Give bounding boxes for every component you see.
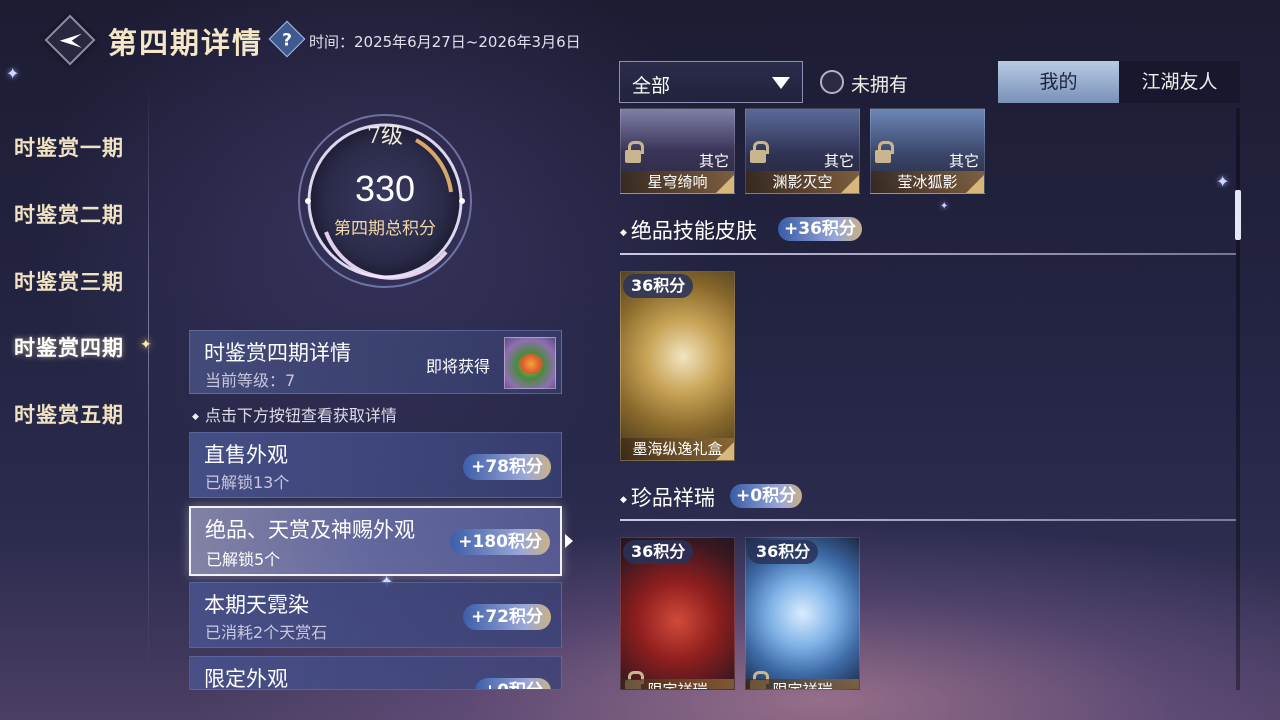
period-detail-card[interactable]: 时鉴赏四期详情 当前等级：7 即将获得 [189, 330, 562, 394]
points-badge: +72积分 [463, 604, 551, 630]
category-direct-sale[interactable]: 直售外观 已解锁13个 +78积分 [189, 432, 562, 498]
points-badge: +180积分 [450, 529, 550, 555]
section-points: +36积分 [778, 217, 862, 241]
score-label: 第四期总积分 [334, 219, 436, 239]
sparkle-icon: ✦ [940, 201, 949, 212]
item-tag: 其它 [948, 152, 979, 170]
page-title: 第四期详情 [108, 26, 264, 60]
nav-item-period-5[interactable]: 时鉴赏五期 [14, 399, 124, 429]
item-card[interactable]: 36积分 限定祥瑞 [620, 537, 735, 690]
reward-thumbnail[interactable] [504, 337, 556, 389]
item-name: 限定祥瑞 [621, 679, 734, 689]
back-arrow-icon [59, 33, 82, 48]
section-title: 绝品技能皮肤 [620, 215, 757, 245]
score-ring: 7级 330 第四期总积分 [296, 112, 474, 290]
item-card[interactable]: 其它 渊影灭空 [745, 108, 860, 194]
corner-decoration [841, 175, 859, 193]
corner-decoration [716, 442, 734, 460]
current-level: 当前等级：7 [205, 371, 296, 390]
category-title: 本期天霓染 [204, 593, 309, 617]
item-name: 限定祥瑞 [746, 679, 859, 689]
item-tag: 其它 [823, 152, 854, 170]
section-title: 珍品祥瑞 [620, 482, 715, 512]
category-subtitle: 已解锁13个 [205, 473, 290, 492]
sparkle-icon: ✦ [6, 64, 20, 83]
category-title: 限定外观 [204, 667, 288, 690]
help-icon[interactable]: ? [268, 20, 306, 58]
item-card[interactable]: 36积分 墨海纵逸礼盒 [620, 271, 735, 461]
category-premium[interactable]: 绝品、天赏及神赐外观 已解锁5个 +180积分 [189, 506, 562, 576]
lock-icon [625, 141, 644, 163]
chevron-down-icon [772, 77, 790, 89]
coming-soon-label: 即将获得 [426, 357, 491, 376]
corner-decoration [716, 175, 734, 193]
unowned-label[interactable]: 未拥有 [851, 70, 908, 97]
tab-friends[interactable]: 江湖友人 [1119, 61, 1240, 103]
lock-icon [875, 141, 894, 163]
filter-value: 全部 [632, 75, 671, 97]
item-card[interactable]: 其它 莹冰狐影 [870, 108, 985, 194]
corner-decoration [966, 175, 984, 193]
item-tag: 其它 [698, 152, 729, 170]
scrollbar-thumb[interactable] [1235, 190, 1241, 240]
nav-item-period-3[interactable]: 时鉴赏三期 [14, 266, 124, 296]
category-title: 直售外观 [204, 443, 288, 467]
lock-icon [750, 141, 769, 163]
section-divider [620, 253, 1236, 255]
item-card[interactable]: 36积分 限定祥瑞 [745, 537, 860, 690]
nav-item-period-2[interactable]: 时鉴赏二期 [14, 199, 124, 229]
item-points: 36积分 [623, 274, 694, 298]
nav-item-period-1[interactable]: 时鉴赏一期 [14, 132, 124, 162]
category-title: 绝品、天赏及神赐外观 [205, 518, 415, 542]
item-points: 36积分 [748, 540, 819, 564]
tab-mine[interactable]: 我的 [998, 61, 1119, 103]
period-range: 时间：2025年6月27日~2026年3月6日 [309, 33, 581, 51]
owner-tabs: 我的 江湖友人 [998, 61, 1240, 103]
category-subtitle: 已消耗2个天赏石 [205, 623, 328, 642]
category-dye[interactable]: 本期天霓染 已消耗2个天赏石 +72积分 [189, 582, 562, 648]
sparkle-icon: ✦ [1216, 172, 1230, 191]
points-badge: +0积分 [474, 678, 551, 689]
item-card[interactable]: 其它 星穹绮响 [620, 108, 735, 194]
selected-arrow-icon [565, 534, 573, 548]
points-badge: +78积分 [463, 454, 551, 480]
score-level: 7级 [367, 124, 403, 149]
category-subtitle: 已解锁5个 [206, 550, 281, 569]
back-button[interactable] [44, 14, 96, 66]
hint-text: 点击下方按钮查看获取详情 [192, 402, 397, 426]
item-points: 36积分 [623, 540, 694, 564]
nav-active-marker-icon: ✦ [140, 337, 152, 353]
nav-item-period-4[interactable]: 时鉴赏四期 [14, 332, 124, 362]
unowned-radio[interactable] [820, 70, 844, 94]
category-limited[interactable]: 限定外观 +0积分 [189, 656, 562, 690]
filter-dropdown[interactable]: 全部 [619, 61, 803, 103]
section-points: +0积分 [730, 484, 803, 508]
nav-divider [148, 80, 149, 680]
section-divider [620, 519, 1236, 521]
detail-title: 时鉴赏四期详情 [204, 341, 351, 365]
score-total: 330 [354, 168, 416, 209]
